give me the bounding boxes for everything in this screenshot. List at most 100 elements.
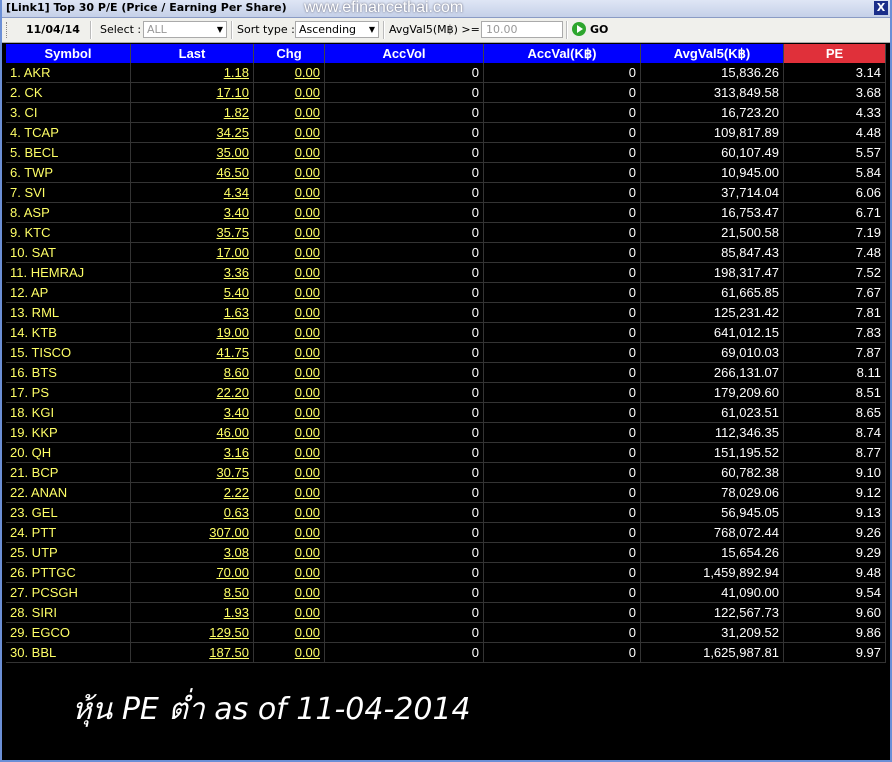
change-cell-link[interactable]: 0.00 <box>295 325 320 340</box>
last-price-cell-link[interactable]: 3.08 <box>224 545 249 560</box>
symbol-cell[interactable]: 13. RML <box>6 303 131 323</box>
close-button[interactable]: X <box>874 1 888 15</box>
change-cell-link[interactable]: 0.00 <box>295 125 320 140</box>
header-pe[interactable]: PE <box>784 44 886 63</box>
last-price-cell-link[interactable]: 3.40 <box>224 405 249 420</box>
symbol-cell[interactable]: 16. BTS <box>6 363 131 383</box>
change-cell-link[interactable]: 0.00 <box>295 85 320 100</box>
change-cell-link[interactable]: 0.00 <box>295 285 320 300</box>
symbol-cell[interactable]: 1. AKR <box>6 63 131 83</box>
last-price-cell-link[interactable]: 0.63 <box>224 505 249 520</box>
table-row[interactable]: 3. CI 1.82 0.00 0 0 16,723.20 4.33 <box>6 103 886 123</box>
symbol-cell[interactable]: 21. BCP <box>6 463 131 483</box>
symbol-cell[interactable]: 30. BBL <box>6 643 131 663</box>
change-cell-link[interactable]: 0.00 <box>295 485 320 500</box>
symbol-cell[interactable]: 3. CI <box>6 103 131 123</box>
change-cell-link[interactable]: 0.00 <box>295 525 320 540</box>
change-cell-link[interactable]: 0.00 <box>295 645 320 660</box>
change-cell-link[interactable]: 0.00 <box>295 585 320 600</box>
symbol-cell[interactable]: 4. TCAP <box>6 123 131 143</box>
change-cell-link[interactable]: 0.00 <box>295 465 320 480</box>
last-price-cell-link[interactable]: 5.40 <box>224 285 249 300</box>
toolbar-grip[interactable] <box>6 22 10 38</box>
last-price-cell-link[interactable]: 3.16 <box>224 445 249 460</box>
table-row[interactable]: 10. SAT 17.00 0.00 0 0 85,847.43 7.48 <box>6 243 886 263</box>
change-cell-link[interactable]: 0.00 <box>295 385 320 400</box>
last-price-cell-link[interactable]: 35.00 <box>216 145 249 160</box>
table-row[interactable]: 29. EGCO 129.50 0.00 0 0 31,209.52 9.86 <box>6 623 886 643</box>
change-cell-link[interactable]: 0.00 <box>295 625 320 640</box>
change-cell-link[interactable]: 0.00 <box>295 345 320 360</box>
header-last[interactable]: Last <box>131 44 254 63</box>
last-price-cell-link[interactable]: 46.00 <box>216 425 249 440</box>
table-row[interactable]: 9. KTC 35.75 0.00 0 0 21,500.58 7.19 <box>6 223 886 243</box>
last-price-cell-link[interactable]: 307.00 <box>209 525 249 540</box>
change-cell-link[interactable]: 0.00 <box>295 185 320 200</box>
last-price-cell-link[interactable]: 1.63 <box>224 305 249 320</box>
table-row[interactable]: 1. AKR 1.18 0.00 0 0 15,836.26 3.14 <box>6 63 886 83</box>
table-row[interactable]: 28. SIRI 1.93 0.00 0 0 122,567.73 9.60 <box>6 603 886 623</box>
table-row[interactable]: 20. QH 3.16 0.00 0 0 151,195.52 8.77 <box>6 443 886 463</box>
change-cell-link[interactable]: 0.00 <box>295 545 320 560</box>
change-cell-link[interactable]: 0.00 <box>295 445 320 460</box>
change-cell-link[interactable]: 0.00 <box>295 565 320 580</box>
symbol-cell[interactable]: 20. QH <box>6 443 131 463</box>
header-accvol[interactable]: AccVol <box>325 44 484 63</box>
header-accval[interactable]: AccVal(K฿) <box>484 44 641 63</box>
table-row[interactable]: 16. BTS 8.60 0.00 0 0 266,131.07 8.11 <box>6 363 886 383</box>
change-cell-link[interactable]: 0.00 <box>295 365 320 380</box>
market-select[interactable]: ALL ▼ <box>143 21 227 38</box>
last-price-cell-link[interactable]: 3.36 <box>224 265 249 280</box>
last-price-cell-link[interactable]: 8.50 <box>224 585 249 600</box>
table-row[interactable]: 26. PTTGC 70.00 0.00 0 0 1,459,892.94 9.48 <box>6 563 886 583</box>
table-row[interactable]: 22. ANAN 2.22 0.00 0 0 78,029.06 9.12 <box>6 483 886 503</box>
last-price-cell-link[interactable]: 17.10 <box>216 85 249 100</box>
symbol-cell[interactable]: 2. CK <box>6 83 131 103</box>
table-row[interactable]: 14. KTB 19.00 0.00 0 0 641,012.15 7.83 <box>6 323 886 343</box>
last-price-cell-link[interactable]: 70.00 <box>216 565 249 580</box>
table-row[interactable]: 8. ASP 3.40 0.00 0 0 16,753.47 6.71 <box>6 203 886 223</box>
symbol-cell[interactable]: 10. SAT <box>6 243 131 263</box>
symbol-cell[interactable]: 24. PTT <box>6 523 131 543</box>
symbol-cell[interactable]: 5. BECL <box>6 143 131 163</box>
last-price-cell-link[interactable]: 4.34 <box>224 185 249 200</box>
table-row[interactable]: 24. PTT 307.00 0.00 0 0 768,072.44 9.26 <box>6 523 886 543</box>
table-row[interactable]: 18. KGI 3.40 0.00 0 0 61,023.51 8.65 <box>6 403 886 423</box>
symbol-cell[interactable]: 22. ANAN <box>6 483 131 503</box>
last-price-cell-link[interactable]: 30.75 <box>216 465 249 480</box>
table-row[interactable]: 21. BCP 30.75 0.00 0 0 60,782.38 9.10 <box>6 463 886 483</box>
table-row[interactable]: 15. TISCO 41.75 0.00 0 0 69,010.03 7.87 <box>6 343 886 363</box>
last-price-cell-link[interactable]: 19.00 <box>216 325 249 340</box>
table-row[interactable]: 17. PS 22.20 0.00 0 0 179,209.60 8.51 <box>6 383 886 403</box>
last-price-cell-link[interactable]: 34.25 <box>216 125 249 140</box>
table-row[interactable]: 5. BECL 35.00 0.00 0 0 60,107.49 5.57 <box>6 143 886 163</box>
symbol-cell[interactable]: 28. SIRI <box>6 603 131 623</box>
table-row[interactable]: 4. TCAP 34.25 0.00 0 0 109,817.89 4.48 <box>6 123 886 143</box>
change-cell-link[interactable]: 0.00 <box>295 145 320 160</box>
change-cell-link[interactable]: 0.00 <box>295 65 320 80</box>
last-price-cell-link[interactable]: 1.18 <box>224 65 249 80</box>
symbol-cell[interactable]: 27. PCSGH <box>6 583 131 603</box>
table-row[interactable]: 7. SVI 4.34 0.00 0 0 37,714.04 6.06 <box>6 183 886 203</box>
change-cell-link[interactable]: 0.00 <box>295 165 320 180</box>
header-symbol[interactable]: Symbol <box>6 44 131 63</box>
symbol-cell[interactable]: 11. HEMRAJ <box>6 263 131 283</box>
symbol-cell[interactable]: 18. KGI <box>6 403 131 423</box>
change-cell-link[interactable]: 0.00 <box>295 245 320 260</box>
symbol-cell[interactable]: 12. AP <box>6 283 131 303</box>
table-row[interactable]: 19. KKP 46.00 0.00 0 0 112,346.35 8.74 <box>6 423 886 443</box>
symbol-cell[interactable]: 8. ASP <box>6 203 131 223</box>
change-cell-link[interactable]: 0.00 <box>295 305 320 320</box>
change-cell-link[interactable]: 0.00 <box>295 205 320 220</box>
last-price-cell-link[interactable]: 1.82 <box>224 105 249 120</box>
table-row[interactable]: 30. BBL 187.50 0.00 0 0 1,625,987.81 9.97 <box>6 643 886 663</box>
sort-type-select[interactable]: Ascending ▼ <box>295 21 379 38</box>
symbol-cell[interactable]: 23. GEL <box>6 503 131 523</box>
last-price-cell-link[interactable]: 22.20 <box>216 385 249 400</box>
table-row[interactable]: 12. AP 5.40 0.00 0 0 61,665.85 7.67 <box>6 283 886 303</box>
go-button[interactable]: GO <box>570 21 612 38</box>
header-chg[interactable]: Chg <box>254 44 325 63</box>
table-row[interactable]: 6. TWP 46.50 0.00 0 0 10,945.00 5.84 <box>6 163 886 183</box>
last-price-cell-link[interactable]: 2.22 <box>224 485 249 500</box>
last-price-cell-link[interactable]: 1.93 <box>224 605 249 620</box>
